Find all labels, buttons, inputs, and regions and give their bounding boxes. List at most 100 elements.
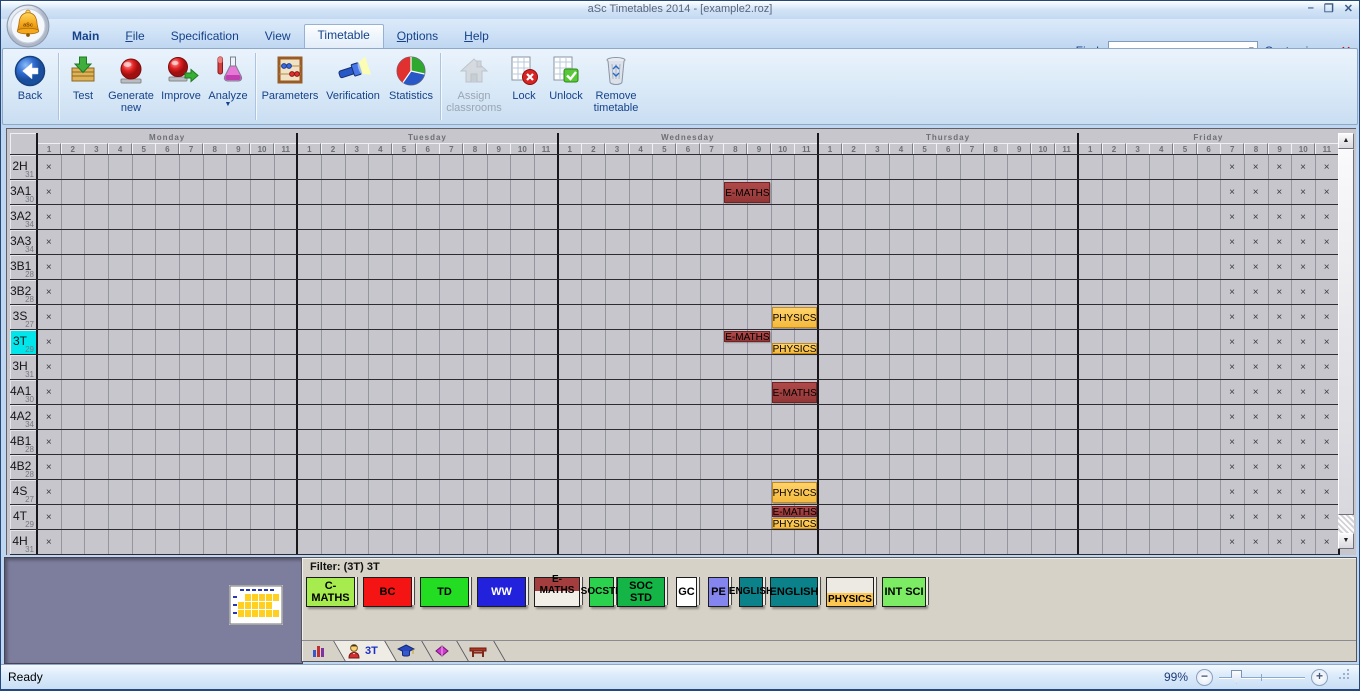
lesson-card[interactable]: E-MATHS xyxy=(772,382,817,403)
improve-button[interactable]: Improve xyxy=(158,50,204,102)
row-label[interactable]: 4H31 xyxy=(10,530,37,555)
lesson-card[interactable]: E-MATHS xyxy=(772,506,817,517)
lesson-card[interactable]: PHYSICS xyxy=(772,343,817,354)
verification-button[interactable]: Verification xyxy=(321,50,385,102)
subject-card[interactable]: E-MATHS xyxy=(534,577,580,607)
timetable-row-cells[interactable] xyxy=(37,430,1339,455)
menu-tab-help[interactable]: Help xyxy=(464,25,489,48)
timetable-row-cells[interactable] xyxy=(37,305,1339,330)
menu-tab-options[interactable]: Options xyxy=(397,25,438,48)
timetable-row-cells[interactable] xyxy=(37,280,1339,305)
row-label[interactable]: 3T29 xyxy=(10,330,37,355)
scroll-up-button[interactable]: ▲ xyxy=(1338,133,1354,149)
row-label[interactable]: 4T29 xyxy=(10,505,37,530)
x-mark: × xyxy=(1268,355,1292,380)
subject-card[interactable]: ENGLISH xyxy=(739,577,763,607)
lock-button[interactable]: Lock xyxy=(504,50,544,102)
row-label[interactable]: 4A234 xyxy=(10,405,37,430)
lesson-card[interactable]: E-MATHS xyxy=(724,182,769,203)
row-label[interactable]: 4B228 xyxy=(10,455,37,480)
row-label[interactable]: 2H31 xyxy=(10,155,37,180)
lesson-card[interactable]: PHYSICS xyxy=(772,482,817,503)
row-label[interactable]: 4S27 xyxy=(10,480,37,505)
unlock-button[interactable]: Unlock xyxy=(544,50,588,102)
timetable-row-cells[interactable] xyxy=(37,530,1339,555)
timetable-row-cells[interactable] xyxy=(37,330,1339,355)
close-button[interactable]: ✕ xyxy=(1344,2,1353,15)
timetable-row-cells[interactable] xyxy=(37,380,1339,405)
row-label[interactable]: 3S27 xyxy=(10,305,37,330)
zoom-out-button[interactable]: − xyxy=(1196,669,1213,686)
resize-grip[interactable] xyxy=(1338,668,1351,686)
menu-tab-main[interactable]: Main xyxy=(59,25,112,48)
menu-tab-view[interactable]: View xyxy=(252,25,304,48)
subject-card[interactable]: TD xyxy=(420,577,469,607)
timetable-row-cells[interactable] xyxy=(37,180,1339,205)
timetable-row-cells[interactable] xyxy=(37,255,1339,280)
timetable-row-cells[interactable] xyxy=(37,480,1339,505)
app-logo[interactable]: aSc xyxy=(6,4,50,48)
subject-card[interactable]: PE xyxy=(708,577,729,607)
parameters-button[interactable]: Parameters xyxy=(259,50,321,102)
timetable-row-cells[interactable] xyxy=(37,455,1339,480)
test-button[interactable]: Test xyxy=(62,50,104,102)
subject-card[interactable]: SOCSTD xyxy=(589,577,614,607)
back-button[interactable]: Back xyxy=(5,50,55,102)
subject-card[interactable]: C-MATHS xyxy=(306,577,355,607)
subject-card[interactable]: ENGLISH xyxy=(770,577,818,607)
vertical-scrollbar[interactable]: ▲ ▼ xyxy=(1338,129,1354,555)
timetable-row-cells[interactable] xyxy=(37,405,1339,430)
zoom-slider-thumb[interactable] xyxy=(1231,670,1242,684)
row-label[interactable]: 4A130 xyxy=(10,380,37,405)
minimize-button[interactable]: – xyxy=(1308,2,1314,15)
analyze-button[interactable]: Analyze ▼ xyxy=(204,50,252,108)
lesson-card[interactable]: E-MATHS xyxy=(724,331,769,342)
timetable-row-cells[interactable] xyxy=(37,230,1339,255)
timetable-thumbnail-icon[interactable] xyxy=(229,585,283,630)
tab-subjects[interactable] xyxy=(428,641,462,661)
scrollbar-track[interactable] xyxy=(1338,515,1354,533)
menu-tab-specification[interactable]: Specification xyxy=(158,25,252,48)
generate-new-button[interactable]: Generate new xyxy=(104,50,158,114)
subject-card[interactable]: GC xyxy=(676,577,697,607)
subject-card[interactable]: PHYSICS xyxy=(826,577,874,607)
row-label[interactable]: 3A234 xyxy=(10,205,37,230)
tab-classrooms[interactable] xyxy=(463,641,499,661)
lesson-card[interactable]: PHYSICS xyxy=(772,307,817,328)
timetable-row-cells[interactable] xyxy=(37,155,1339,180)
timetable-row-cells[interactable] xyxy=(37,505,1339,530)
maximize-button[interactable]: ❒ xyxy=(1324,2,1334,15)
row-label[interactable]: 3H31 xyxy=(10,355,37,380)
row-label[interactable]: 3B228 xyxy=(10,280,37,305)
tab-summary[interactable] xyxy=(305,641,339,661)
class-size: 30 xyxy=(25,195,34,204)
remove-timetable-button[interactable]: Remove timetable xyxy=(588,50,644,114)
zoom-in-button[interactable]: + xyxy=(1311,669,1328,686)
class-size: 29 xyxy=(25,345,34,354)
tab-teacher-3t[interactable]: 3T xyxy=(340,641,390,661)
row-label[interactable]: 3A130 xyxy=(10,180,37,205)
class-size: 34 xyxy=(25,245,34,254)
x-mark: × xyxy=(1315,505,1339,530)
day-header: Wednesday xyxy=(558,133,818,143)
subject-card[interactable]: SOC STD xyxy=(617,577,665,607)
row-label[interactable]: 3B128 xyxy=(10,255,37,280)
row-label[interactable]: 4B128 xyxy=(10,430,37,455)
tab-classes[interactable] xyxy=(391,641,427,661)
menu-tab-timetable[interactable]: Timetable xyxy=(304,24,384,48)
timetable-row-cells[interactable] xyxy=(37,355,1339,380)
status-text: Ready xyxy=(8,670,43,684)
menu-tab-file[interactable]: File xyxy=(125,25,144,48)
subject-card[interactable]: BC xyxy=(363,577,412,607)
subject-card[interactable]: INT SCI xyxy=(882,577,926,607)
row-label[interactable]: 3A334 xyxy=(10,230,37,255)
day-header: Monday xyxy=(37,133,297,143)
timetable-row-cells[interactable] xyxy=(37,205,1339,230)
scroll-down-button[interactable]: ▼ xyxy=(1338,533,1354,549)
zoom-slider[interactable] xyxy=(1219,670,1305,685)
subject-card[interactable]: WW xyxy=(477,577,526,607)
analyze-dropdown-icon[interactable]: ▼ xyxy=(204,102,252,108)
scrollbar-thumb[interactable] xyxy=(1338,149,1354,515)
statistics-button[interactable]: Statistics xyxy=(385,50,437,102)
lesson-card[interactable]: PHYSICS xyxy=(772,518,817,529)
